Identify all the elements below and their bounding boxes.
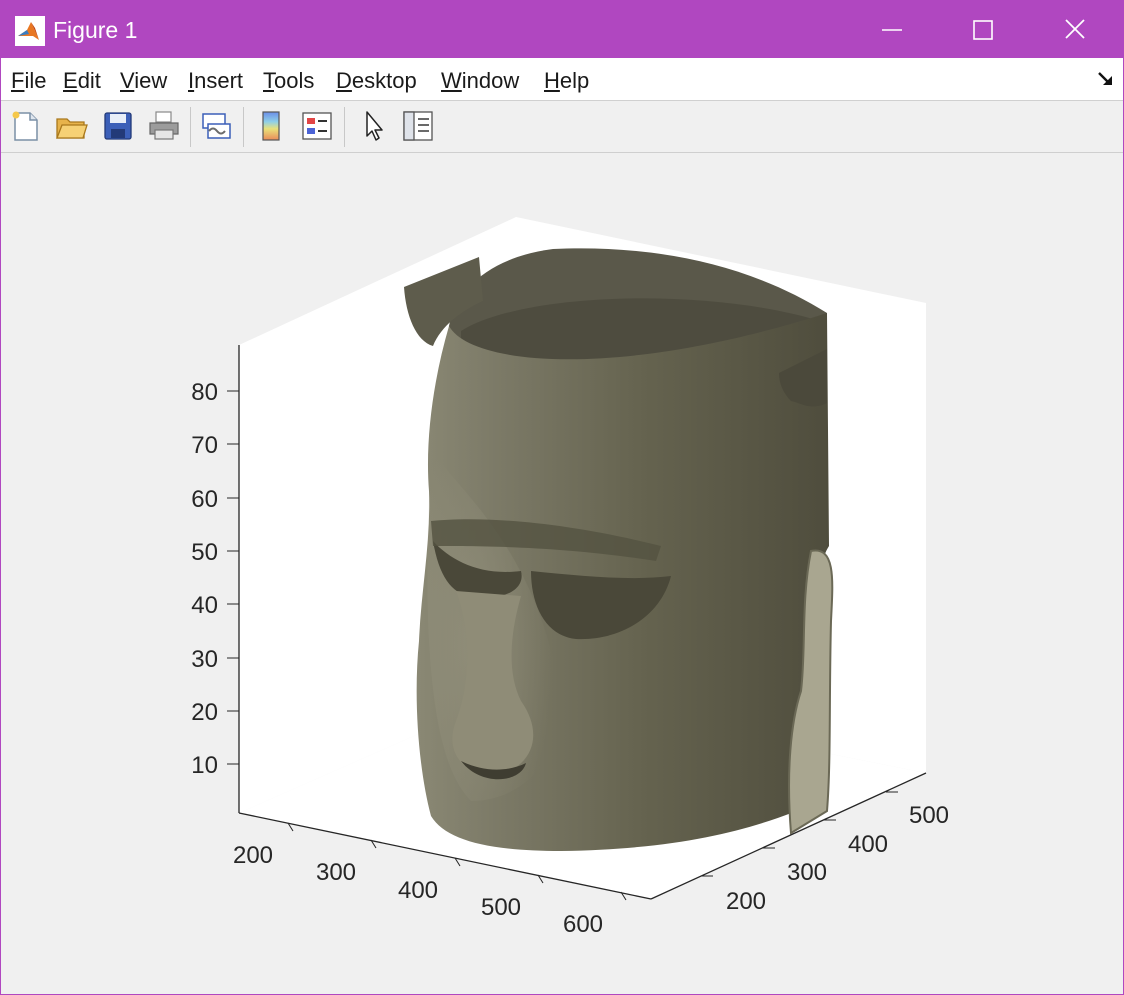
- matlab-figure-window: Figure 1 File Edit View Insert Tools Des…: [0, 0, 1124, 995]
- new-figure-icon[interactable]: [9, 109, 43, 143]
- minimize-icon: [882, 29, 902, 31]
- z-tick-label: 50: [191, 539, 218, 566]
- z-tick-label: 30: [191, 646, 218, 673]
- window-title: Figure 1: [53, 17, 138, 43]
- x-tick-label: 300: [316, 859, 356, 886]
- title-bar[interactable]: Figure 1: [1, 1, 1123, 58]
- z-tick-label: 70: [191, 432, 218, 459]
- menu-file[interactable]: File: [11, 68, 46, 94]
- menu-tools[interactable]: Tools: [263, 68, 314, 94]
- menu-help[interactable]: Help: [544, 68, 589, 94]
- menu-tools-mnemonic: T: [263, 68, 274, 93]
- menu-desktop-mnemonic: D: [336, 68, 352, 93]
- menu-help-mnemonic: H: [544, 68, 560, 93]
- legend-icon[interactable]: [300, 109, 334, 143]
- menu-file-rest: ile: [24, 68, 47, 93]
- maximize-icon: [973, 20, 993, 40]
- menu-tools-rest: ools: [274, 68, 315, 93]
- menu-insert-rest: nsert: [194, 68, 244, 93]
- z-tick-label: 20: [191, 699, 218, 726]
- close-icon: [1065, 19, 1085, 39]
- x-tick-label: 400: [398, 877, 438, 904]
- menu-edit-rest: dit: [77, 68, 101, 93]
- menu-desktop[interactable]: Desktop: [336, 68, 417, 94]
- toolbar-separator: [190, 107, 191, 147]
- property-inspector-icon[interactable]: [401, 109, 435, 143]
- menu-insert[interactable]: Insert: [188, 68, 243, 94]
- menu-view[interactable]: View: [120, 68, 167, 94]
- link-plot-icon[interactable]: [199, 109, 233, 143]
- print-icon[interactable]: [147, 109, 181, 143]
- menu-view-mnemonic: V: [120, 68, 135, 93]
- y-tick-label: 200: [726, 888, 766, 915]
- menu-window[interactable]: Window: [441, 68, 519, 94]
- menu-view-rest: iew: [134, 68, 168, 93]
- menu-desktop-rest: esktop: [351, 68, 417, 93]
- z-tick-label: 60: [191, 486, 218, 513]
- x-tick-label: 500: [481, 894, 521, 921]
- colorbar-icon[interactable]: [255, 109, 289, 143]
- menu-bar: File Edit View Insert Tools Desktop Wind…: [1, 58, 1123, 101]
- menu-edit-mnemonic: E: [63, 68, 78, 93]
- toolbar-separator: [243, 107, 244, 147]
- z-tick-label: 40: [191, 592, 218, 619]
- y-tick-label: 500: [909, 802, 949, 829]
- open-file-icon[interactable]: [54, 109, 88, 143]
- edit-plot-cursor-icon[interactable]: [357, 109, 391, 143]
- z-axis-ticks: 80 70 60 50 40 30 20 10: [191, 379, 239, 779]
- menu-help-rest: elp: [559, 68, 590, 93]
- x-tick-label: 200: [233, 842, 273, 869]
- menu-edit[interactable]: Edit: [63, 68, 101, 94]
- head-isosurface[interactable]: [404, 248, 834, 851]
- y-tick-label: 400: [848, 831, 888, 858]
- menu-window-rest: indow: [461, 68, 520, 93]
- menu-file-mnemonic: F: [11, 68, 25, 93]
- plot-axes[interactable]: 80 70 60 50 40 30 20 10 200 300 400 500 …: [1, 153, 1123, 994]
- minimize-button[interactable]: [846, 1, 938, 58]
- figure-toolbar: [1, 101, 1123, 153]
- dock-figure-icon[interactable]: [1097, 70, 1115, 88]
- z-tick-label: 10: [191, 752, 218, 779]
- z-tick-label: 80: [191, 379, 218, 406]
- menu-window-mnemonic: W: [441, 68, 462, 93]
- close-button[interactable]: [1029, 1, 1121, 58]
- matlab-logo-icon: [15, 16, 45, 46]
- x-tick-label: 600: [563, 911, 603, 938]
- save-icon[interactable]: [101, 109, 135, 143]
- toolbar-separator: [344, 107, 345, 147]
- maximize-button[interactable]: [937, 1, 1029, 58]
- y-tick-label: 300: [787, 859, 827, 886]
